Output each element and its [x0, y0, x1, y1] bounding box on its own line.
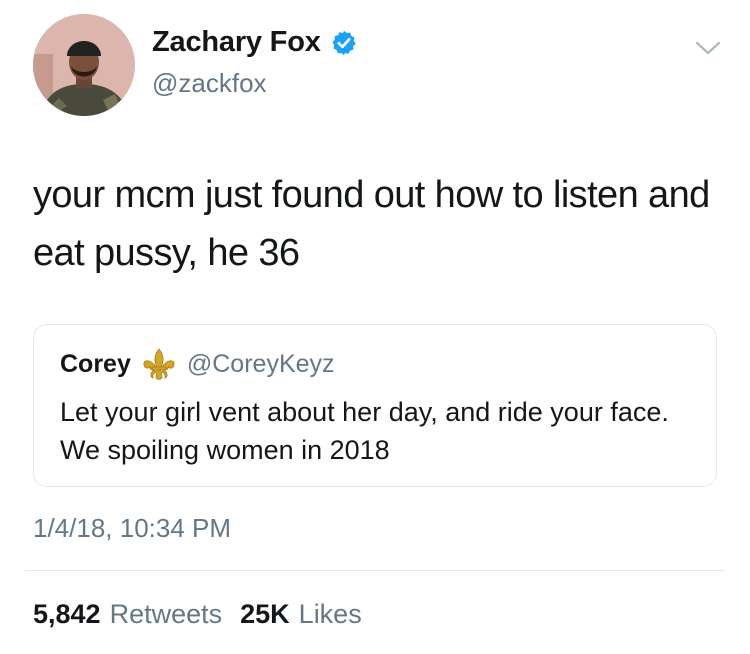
avatar[interactable]: [33, 14, 135, 116]
author-name-row[interactable]: Zachary Fox: [152, 26, 358, 59]
retweets-stat[interactable]: 5,842 Retweets: [33, 599, 222, 630]
quoted-tweet-header: Corey @CoreyKeyz: [60, 347, 335, 381]
quoted-tweet-card[interactable]: Corey @CoreyKeyz Let your girl vent abou…: [33, 324, 717, 487]
tweet-timestamp[interactable]: 1/4/18, 10:34 PM: [33, 513, 231, 544]
tweet-text: your mcm just found out how to listen an…: [33, 174, 710, 274]
retweets-label: Retweets: [109, 599, 223, 629]
retweets-count: 5,842: [33, 599, 101, 629]
author-display-name[interactable]: Zachary Fox: [152, 26, 321, 59]
divider: [25, 570, 725, 571]
author-handle[interactable]: @zackfox: [152, 68, 267, 99]
avatar-photo: [33, 14, 135, 116]
likes-label: Likes: [298, 599, 362, 629]
chevron-down-icon[interactable]: [694, 38, 722, 58]
likes-stat[interactable]: 25K Likes: [240, 599, 362, 630]
tweet-stats: 5,842 Retweets 25K Likes: [33, 599, 362, 630]
quoted-tweet-text: Let your girl vent about her day, and ri…: [60, 397, 669, 465]
quoted-handle: @CoreyKeyz: [186, 349, 335, 378]
fleur-de-lis-icon: [143, 348, 175, 380]
quoted-display-name: Corey: [60, 349, 131, 378]
likes-count: 25K: [240, 599, 290, 629]
verified-badge-icon: [331, 30, 356, 55]
